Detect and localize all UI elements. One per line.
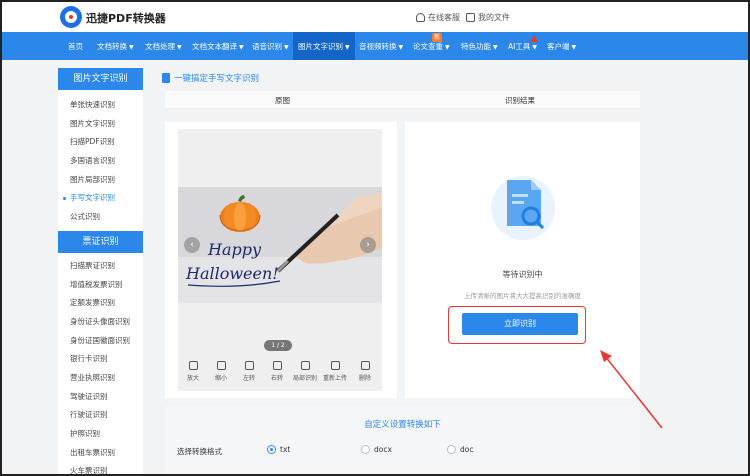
page-title: 一键搞定手写文字识别 bbox=[174, 74, 260, 84]
chevron-down-icon: ▼ bbox=[345, 44, 350, 51]
uploaded-photo: Happy Halloween! ‹ › bbox=[178, 187, 382, 303]
rotate-left-button[interactable]: 左转 bbox=[236, 361, 262, 382]
nav-item-features[interactable]: 特色功能 ▼ bbox=[461, 41, 498, 52]
format-radio-doc[interactable]: doc bbox=[447, 445, 473, 454]
radio-icon bbox=[447, 445, 456, 454]
expand-icon bbox=[188, 361, 198, 370]
format-radio-docx[interactable]: docx bbox=[361, 445, 392, 454]
sidebar-item[interactable]: 行驶证识别 bbox=[58, 406, 143, 425]
reupload-button[interactable]: 重新上传 bbox=[322, 361, 348, 382]
nav-item-image-ocr[interactable]: 图片文字识别 ▼ bbox=[293, 32, 355, 60]
chevron-down-icon: ▼ bbox=[284, 44, 289, 51]
file-icon bbox=[466, 13, 475, 22]
radio-selected-icon bbox=[267, 445, 276, 454]
sidebar-item[interactable]: 多国语言识别 bbox=[58, 152, 143, 171]
sidebar-item[interactable]: 出租车票识别 bbox=[58, 444, 143, 463]
nav-item-home[interactable]: 首页 bbox=[68, 41, 83, 52]
nav-item-doc-convert[interactable]: 文档转换 ▼ bbox=[97, 41, 134, 52]
sidebar-item[interactable]: 图片局部识别 bbox=[58, 171, 143, 190]
chevron-down-icon: ▼ bbox=[129, 44, 134, 51]
col-original-label: 原图 bbox=[275, 96, 290, 105]
result-panel: 等待识别中 上传清晰的图片将大大提高识别的准确度 立即识别 bbox=[405, 122, 640, 398]
chevron-down-icon: ▼ bbox=[398, 44, 404, 51]
handwriting-line2: Halloween! bbox=[185, 264, 279, 283]
chevron-down-icon: ▼ bbox=[239, 44, 244, 51]
image-pager: 1 / 2 bbox=[264, 340, 292, 351]
nav-item-ai-tools[interactable]: AI工具 ▼ bbox=[508, 41, 537, 52]
format-radio-txt[interactable]: txt bbox=[267, 445, 290, 454]
online-service-link[interactable]: 在线客服 bbox=[416, 12, 460, 23]
sidebar: 图片文字识别 单张快速识别 图片文字识别 扫描PDF识别 多国语言识别 图片局部… bbox=[58, 68, 143, 476]
image-preview: Happy Halloween! ‹ › 1 / 2 放大 缩小 左转 右转 局… bbox=[178, 129, 382, 391]
rotate-right-button[interactable]: 右转 bbox=[264, 361, 290, 382]
sidebar-item[interactable]: 公式识别 bbox=[58, 208, 143, 227]
sidebar-item[interactable]: 银行卡识别 bbox=[58, 350, 143, 369]
sidebar-item[interactable]: 驾驶证识别 bbox=[58, 388, 143, 407]
upload-hint: 上传清晰的图片将大大提高识别的准确度 bbox=[464, 292, 581, 300]
rotate-right-icon bbox=[272, 361, 282, 370]
zoom-in-button[interactable]: 放大 bbox=[180, 361, 206, 382]
chevron-down-icon: ▼ bbox=[532, 44, 537, 51]
trash-icon bbox=[360, 361, 370, 370]
partial-recognize-button[interactable]: 局部识别 bbox=[292, 361, 318, 382]
sidebar-section-ticket-ocr: 票证识别 bbox=[58, 230, 143, 253]
sidebar-item[interactable]: 扫描票证识别 bbox=[58, 257, 143, 276]
conversion-settings: 自定义设置转换如下 选择转换格式 txt docx doc bbox=[165, 406, 640, 476]
shrink-icon bbox=[216, 361, 226, 370]
handwriting-line1: Happy bbox=[207, 240, 262, 259]
sidebar-item[interactable]: 图片文字识别 bbox=[58, 115, 143, 134]
page-title-row: 一键搞定手写文字识别 bbox=[162, 72, 259, 84]
sidebar-item[interactable]: 单张快速识别 bbox=[58, 96, 143, 115]
nav-item-paper-check[interactable]: 论文查重 ▼ bbox=[413, 41, 450, 52]
nav-item-av-convert[interactable]: 音视频转换 ▼ bbox=[359, 41, 403, 52]
nav-item-client[interactable]: 客户端 ▼ bbox=[547, 41, 576, 52]
original-panel: Happy Halloween! ‹ › 1 / 2 放大 缩小 左转 右转 局… bbox=[165, 122, 397, 398]
next-image-button[interactable]: › bbox=[360, 237, 376, 253]
logo-icon[interactable] bbox=[60, 6, 82, 28]
chevron-down-icon: ▼ bbox=[445, 44, 450, 51]
chevron-down-icon: ▼ bbox=[571, 44, 577, 51]
rotate-left-icon bbox=[244, 361, 254, 370]
zoom-out-button[interactable]: 缩小 bbox=[208, 361, 234, 382]
image-toolbar: 放大 缩小 左转 右转 局部识别 重新上传 删除 bbox=[178, 361, 382, 389]
logo-text[interactable]: 迅捷PDF转换器 bbox=[86, 10, 166, 26]
main-nav: 首页 文档转换 ▼ 文档处理 ▼ 文档文本翻译 ▼ 语音识别 ▼ 图片文字识别 ▼ 音视频… bbox=[2, 32, 748, 60]
waiting-document-icon bbox=[491, 176, 555, 240]
my-files-link[interactable]: 我的文件 bbox=[466, 12, 510, 23]
sidebar-item[interactable]: 定额发票识别 bbox=[58, 294, 143, 313]
sidebar-item[interactable]: 营业执照识别 bbox=[58, 369, 143, 388]
main-content: 一键搞定手写文字识别 原图 识别结果 Happy Halloween! ‹ › … bbox=[157, 68, 650, 476]
top-header: 迅捷PDF转换器 在线客服 我的文件 bbox=[2, 2, 748, 32]
nav-item-doc-process[interactable]: 文档处理 ▼ bbox=[145, 41, 182, 52]
nav-item-speech[interactable]: 语音识别 ▼ bbox=[252, 41, 289, 52]
sidebar-item[interactable]: 火车票识别 bbox=[58, 462, 143, 476]
radio-icon bbox=[361, 445, 370, 454]
sidebar-item[interactable]: 增值税发票识别 bbox=[58, 276, 143, 295]
sidebar-item[interactable]: 身份证头像面识别 bbox=[58, 313, 143, 332]
waiting-status: 等待识别中 bbox=[502, 270, 543, 279]
nav-item-translate[interactable]: 文档文本翻译 ▼ bbox=[192, 41, 244, 52]
sidebar-item-active[interactable]: 手写文字识别 bbox=[58, 189, 143, 208]
start-recognize-button[interactable]: 立即识别 bbox=[462, 313, 578, 335]
prev-image-button[interactable]: ‹ bbox=[184, 237, 200, 253]
sidebar-item[interactable]: 扫描PDF识别 bbox=[58, 133, 143, 152]
sidebar-item[interactable]: 身份证国徽面识别 bbox=[58, 332, 143, 351]
chevron-down-icon: ▼ bbox=[177, 44, 182, 51]
delete-button[interactable]: 删除 bbox=[352, 361, 378, 382]
online-service-label: 在线客服 bbox=[428, 13, 460, 22]
upload-icon bbox=[330, 361, 340, 370]
document-icon bbox=[162, 73, 170, 83]
crop-icon bbox=[300, 361, 310, 370]
chevron-down-icon: ▼ bbox=[493, 44, 498, 51]
headset-icon bbox=[416, 13, 425, 22]
my-files-label: 我的文件 bbox=[478, 13, 510, 22]
settings-title: 自定义设置转换如下 bbox=[364, 420, 441, 430]
sidebar-section-image-ocr: 图片文字识别 bbox=[58, 68, 143, 90]
col-result-label: 识别结果 bbox=[505, 96, 535, 105]
column-header: 原图 识别结果 bbox=[165, 91, 640, 109]
format-label: 选择转换格式 bbox=[177, 447, 222, 456]
sidebar-item[interactable]: 护照识别 bbox=[58, 425, 143, 444]
